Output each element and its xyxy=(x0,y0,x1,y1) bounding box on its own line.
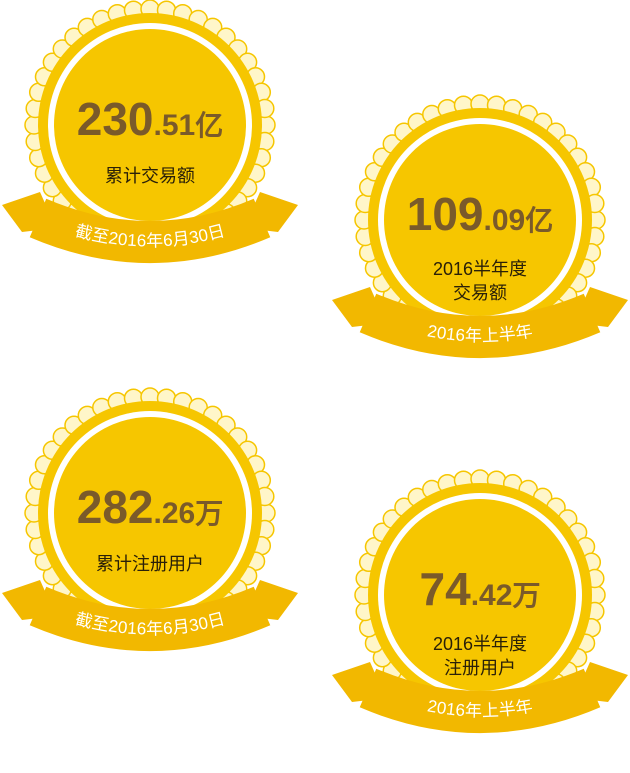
badge-total-volume: 截至2016年6月30日 230.51亿 累计交易额 xyxy=(0,0,300,300)
badge-label: 累计注册用户 xyxy=(96,554,204,574)
value-unit: 万 xyxy=(195,498,224,529)
badge-value: 74.42万 xyxy=(330,566,630,612)
value-integer: 282 xyxy=(76,481,154,533)
value-decimal: .51 xyxy=(153,109,196,142)
badge-halfyear-volume: 2016年上半年 109.09亿 2016半年度 交易额 xyxy=(330,94,630,395)
badge-value: 230.51亿 xyxy=(0,96,300,142)
badge-label: 累计交易额 xyxy=(105,166,195,186)
badge-medal-graphic: 截至2016年6月30日 xyxy=(2,0,298,263)
value-decimal: .26 xyxy=(153,497,196,530)
value-integer: 230 xyxy=(76,93,154,145)
badge-value: 282.26万 xyxy=(0,484,300,530)
badge-medal-graphic: 2016年上半年 xyxy=(332,469,628,733)
value-decimal: .42 xyxy=(470,579,513,612)
value-unit: 亿 xyxy=(525,205,554,236)
value-integer: 109 xyxy=(406,188,484,240)
badge-total-users: 截至2016年6月30日 282.26万 累计注册用户 xyxy=(0,387,300,688)
value-unit: 万 xyxy=(512,580,541,611)
badge-label: 2016半年度 注册用户 xyxy=(432,634,528,678)
value-unit: 亿 xyxy=(195,110,224,141)
badge-halfyear-users: 2016年上半年 74.42万 2016半年度 注册用户 xyxy=(330,469,630,770)
badge-medal-graphic: 截至2016年6月30日 xyxy=(2,387,298,651)
value-decimal: .09 xyxy=(483,204,526,237)
value-integer: 74 xyxy=(419,563,471,615)
badge-label: 2016半年度 交易额 xyxy=(432,259,528,303)
badge-value: 109.09亿 xyxy=(330,191,630,237)
badge-medal-graphic: 2016年上半年 xyxy=(332,94,628,358)
